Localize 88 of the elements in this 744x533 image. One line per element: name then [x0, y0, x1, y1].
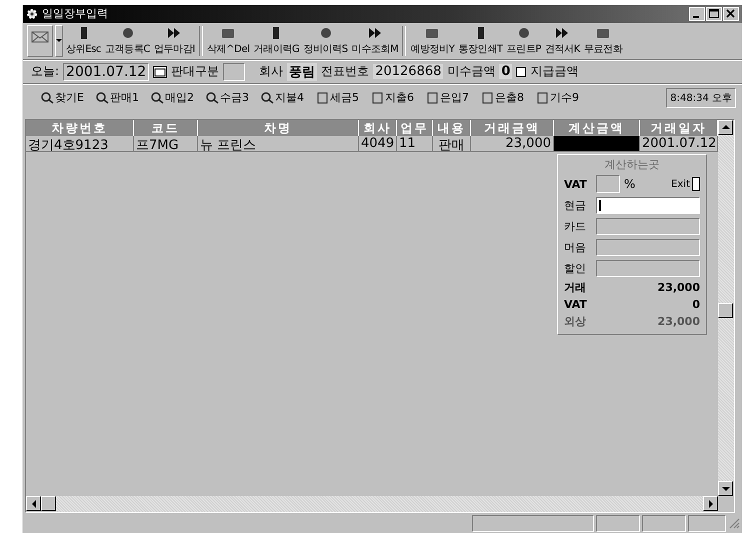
total-value: 23,000 — [658, 314, 700, 328]
field-label: 할인 — [564, 260, 587, 276]
exit-link[interactable]: Exit — [671, 178, 690, 190]
slip-label: 전표번호 — [321, 63, 370, 80]
date-field[interactable]: 2001.07.12 — [63, 62, 150, 81]
clock-display: 8:48:34 오후 — [666, 88, 736, 108]
action-button[interactable]: 기수9 — [536, 90, 579, 106]
table-cell: 뉴 프린스 — [198, 136, 359, 152]
magnifier-icon — [41, 92, 54, 104]
magnifier-icon — [206, 92, 219, 104]
field-label: 현금 — [564, 198, 587, 213]
action-button[interactable]: 찾기E — [41, 90, 84, 106]
left-arrow-icon[interactable] — [30, 500, 36, 508]
table-cell: 판매 — [433, 136, 471, 152]
toolbar-button[interactable]: 삭제^Del — [206, 26, 251, 56]
action-button[interactable]: 은입7 — [426, 90, 469, 106]
field-label: 카드 — [564, 218, 587, 234]
input-field[interactable] — [596, 238, 700, 256]
table-cell: 2001.07.12 — [640, 136, 718, 152]
action-button[interactable]: 세금5 — [316, 90, 359, 106]
scroll-thumb[interactable] — [718, 302, 733, 318]
action-button[interactable]: 매입2 — [150, 90, 194, 106]
today-label: 오늘: — [31, 63, 60, 80]
up-arrow-icon[interactable] — [722, 124, 730, 130]
total-value: 0 — [692, 298, 700, 311]
toolbar-button[interactable]: 무료전화 — [582, 26, 624, 56]
toolbar-button[interactable]: 거래이력G — [252, 26, 300, 56]
maximize-icon[interactable] — [706, 6, 722, 21]
toolbar-button[interactable]: 미수조회M — [350, 26, 400, 56]
panel-title: 계산하는곳 — [604, 156, 660, 172]
status-panel — [688, 514, 726, 532]
horizontal-scrollbar[interactable] — [26, 496, 718, 512]
total-label: 거래 — [564, 280, 586, 295]
company-value: 풍림 — [287, 62, 318, 81]
total-label: VAT — [564, 298, 587, 311]
envelope-button[interactable] — [27, 24, 53, 57]
table-cell: 11 — [397, 136, 433, 152]
toolbar-button[interactable]: 정비이력S — [302, 26, 349, 56]
window-title: 일일장부입력 — [42, 6, 108, 22]
toolbar-button[interactable]: 프린트P — [506, 26, 542, 56]
exit-button[interactable] — [692, 177, 700, 192]
checkbox[interactable] — [516, 66, 526, 77]
status-panel — [596, 514, 640, 532]
table-cell: 4049 — [359, 136, 397, 152]
envelope-icon — [30, 28, 50, 45]
company-label: 회사 — [259, 63, 284, 80]
unpaid-amount: 0 — [499, 64, 512, 80]
action-button[interactable]: 수금3 — [206, 90, 249, 106]
scroll-thumb[interactable] — [41, 496, 56, 512]
close-icon[interactable] — [723, 6, 739, 21]
resize-grip-icon[interactable] — [728, 517, 740, 530]
total-label: 외상 — [564, 314, 586, 329]
minimize-icon[interactable] — [689, 6, 705, 21]
percent-sign: % — [624, 177, 636, 192]
type-label: 판대구분 — [171, 63, 220, 80]
toolbar-button[interactable]: 상위Esc — [65, 26, 102, 56]
document-icon — [316, 92, 329, 104]
pay-label: 지급금액 — [530, 63, 578, 80]
field-label: 머음 — [564, 240, 587, 255]
vat-field[interactable] — [596, 175, 620, 194]
right-arrow-icon[interactable] — [708, 500, 714, 508]
toolbar-button[interactable]: 통장인쇄T — [457, 26, 504, 56]
document-icon — [370, 92, 384, 104]
status-panel — [642, 514, 686, 532]
vat-label: VAT — [564, 178, 588, 191]
toolbar-button[interactable]: 고객등록C — [104, 26, 152, 56]
total-value: 23,000 — [658, 280, 700, 294]
action-button[interactable]: 은출8 — [480, 90, 524, 106]
toolbar-button[interactable]: 견적서K — [544, 26, 581, 56]
action-button[interactable]: 판매1 — [96, 90, 139, 106]
action-button[interactable]: 지출6 — [370, 90, 414, 106]
table-cell: 23,000 — [471, 136, 554, 152]
input-field[interactable] — [596, 196, 700, 214]
input-field[interactable] — [596, 260, 700, 277]
gear-icon — [26, 8, 38, 20]
toolbar-button[interactable]: 예방정비Y — [409, 26, 456, 56]
input-field[interactable] — [596, 218, 700, 235]
unpaid-label: 미수금액 — [447, 63, 496, 80]
dropdown-button[interactable] — [55, 24, 63, 57]
toolbar-button[interactable]: 업두마감I — [153, 26, 196, 56]
action-button[interactable]: 지불4 — [260, 90, 304, 106]
slip-number: 20126868 — [373, 64, 444, 80]
down-arrow-icon[interactable] — [722, 486, 730, 492]
table-cell: 프7MG — [134, 136, 198, 152]
fast-forward-icon — [166, 26, 182, 40]
caret-icon — [56, 38, 62, 43]
type-field[interactable] — [223, 62, 246, 81]
table-cell: 경기4호9123 — [26, 136, 134, 152]
